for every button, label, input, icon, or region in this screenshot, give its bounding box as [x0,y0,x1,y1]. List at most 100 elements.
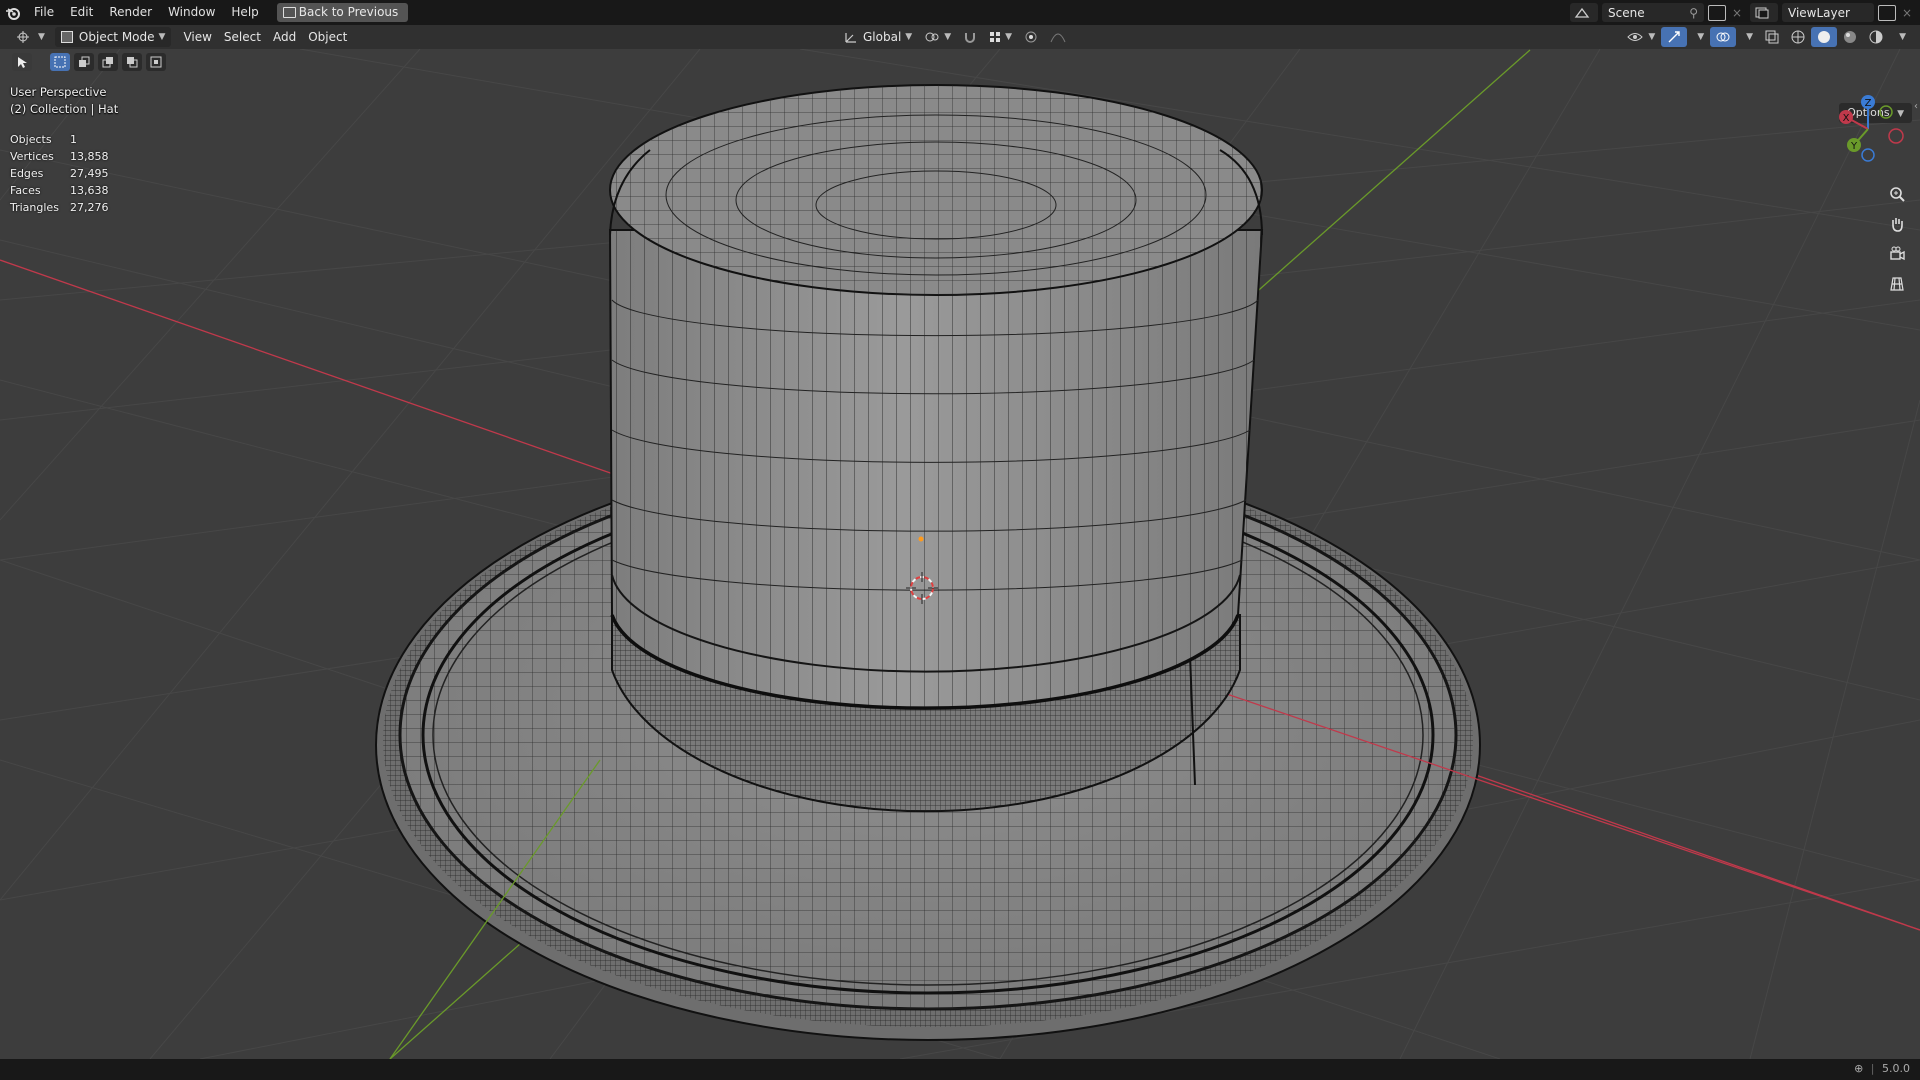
wireframe-shading-button[interactable] [1785,27,1811,47]
stat-label: Triangles [10,201,59,214]
object-mode-icon [60,31,73,43]
select-intersect-button[interactable] [146,53,166,71]
pivot-icon [925,32,939,42]
scene-name-field[interactable]: Scene ⚲ [1602,3,1704,22]
material-shading-button[interactable] [1837,27,1863,47]
overlays-toggle[interactable] [1710,27,1737,47]
pin-icon[interactable]: ⚲ [1689,6,1698,20]
menu-file[interactable]: File [26,0,62,25]
select-subtract-icon [102,57,113,68]
scene-statistics: Objects 1 Vertices 13,858 Edges 27,495 Face… [10,131,109,216]
select-new-button[interactable] [50,53,70,71]
view-layer-field[interactable]: ViewLayer [1782,3,1874,22]
scene-icon [1574,7,1590,18]
menu-object[interactable]: Object [302,27,353,47]
menu-view[interactable]: View [177,27,217,47]
view-layer-icon [1755,7,1769,18]
overlays-dropdown[interactable]: ▼ [1736,27,1759,47]
material-preview-icon [1844,31,1857,43]
3d-viewport-icon [17,31,29,43]
delete-view-layer-icon[interactable]: × [1900,6,1914,20]
version-info: ⊕ | 5.0.0 [1854,1062,1910,1075]
stat-row: Triangles 27,276 [10,199,109,216]
xray-toggle[interactable] [1759,27,1785,47]
viewport-header: ▼ Object Mode ▼ View Select Add Object G… [0,25,1920,49]
stat-label: Faces [10,184,41,197]
proportional-edit-toggle[interactable] [1018,27,1044,47]
select-intersect-icon [150,56,162,68]
menu-select[interactable]: Select [218,27,267,47]
stat-row: Objects 1 [10,131,109,148]
object-origin [918,536,924,542]
pivot-point-dropdown[interactable]: ▼ [918,27,957,47]
stat-value: 1 [70,133,77,146]
new-view-layer-icon[interactable] [1878,4,1896,21]
gizmo-toggle[interactable] [1661,27,1688,47]
z-axis-label: Z [1865,98,1872,109]
select-tool-button[interactable] [12,53,32,71]
version-label: 5.0.0 [1882,1062,1910,1075]
chevron-down-icon: ▼ [1697,32,1705,42]
menu-add[interactable]: Add [267,27,302,47]
orientation-label: Global [863,30,902,44]
proportional-edit-icon [1025,31,1037,43]
chevron-down-icon: ▼ [1899,32,1906,42]
menu-edit[interactable]: Edit [62,0,101,25]
sidebar-collapse-icon[interactable]: ‹ [1914,101,1918,112]
solid-shading-button[interactable] [1811,27,1838,47]
camera-view-icon[interactable] [1884,241,1910,267]
snap-target-dropdown[interactable]: ▼ [983,27,1018,47]
menu-help[interactable]: Help [223,0,266,25]
snap-toggle[interactable] [957,27,983,47]
screen-back-icon [282,7,296,18]
scene-name: Scene [1608,5,1645,20]
stat-label: Edges [10,167,44,180]
scene-type-dropdown[interactable] [1570,3,1598,22]
stat-row: Vertices 13,858 [10,148,109,165]
back-to-previous-button[interactable]: Back to Previous [276,3,409,22]
wireframe-icon [1791,30,1805,44]
mode-dropdown[interactable]: Object Mode ▼ [54,27,172,47]
pan-hand-icon[interactable] [1884,211,1910,237]
magnet-icon [965,33,976,43]
falloff-icon [1050,33,1066,43]
new-scene-icon[interactable] [1708,4,1726,21]
perspective-toggle-icon[interactable] [1884,271,1910,297]
xray-icon [1765,30,1779,44]
status-bar: ⊕ | 5.0.0 [0,1059,1920,1080]
gizmo-dropdown[interactable]: ▼ [1687,27,1710,47]
visibility-dropdown[interactable]: ▼ [1620,27,1661,47]
stat-value: 13,858 [70,150,109,163]
top-bar: File Edit Render Window Help Back to Pre… [0,0,1920,25]
3d-viewport[interactable]: Options ▼ User Perspective (2) Collectio… [0,49,1920,1059]
zoom-icon[interactable] [1884,181,1910,207]
chevron-down-icon: ▼ [158,32,166,42]
hat-mesh [375,84,1920,1059]
rendered-icon [1869,30,1883,44]
chevron-down-icon: ▼ [944,32,952,42]
viewport-scene [0,49,1920,1059]
transform-orientation-dropdown[interactable]: Global ▼ [838,27,918,47]
rendered-shading-button[interactable] [1863,27,1889,47]
delete-scene-icon[interactable]: × [1730,6,1744,20]
x-axis-label: X [1843,113,1850,124]
menu-render[interactable]: Render [101,0,160,25]
cursor-arrow-icon [18,57,27,68]
blender-logo-icon[interactable] [0,0,26,25]
stat-value: 13,638 [70,184,109,197]
chevron-down-icon: ▼ [1648,32,1656,42]
back-to-previous-label: Back to Previous [298,5,399,19]
gizmo-icon [1668,31,1680,43]
menu-window[interactable]: Window [160,0,223,25]
editor-type-dropdown[interactable]: ▼ [10,27,51,47]
globe-icon: ⊕ [1854,1062,1864,1075]
select-invert-button[interactable] [122,53,142,71]
falloff-dropdown[interactable] [1044,27,1072,47]
stat-value: 27,276 [70,201,109,214]
stat-label: Objects [10,133,52,146]
view-layer-type-dropdown[interactable] [1750,3,1778,22]
select-subtract-button[interactable] [98,53,118,71]
select-extend-button[interactable] [74,53,94,71]
navigation-gizmo[interactable]: Z X Y [1830,89,1910,169]
shading-dropdown[interactable]: ▼ [1889,27,1912,47]
